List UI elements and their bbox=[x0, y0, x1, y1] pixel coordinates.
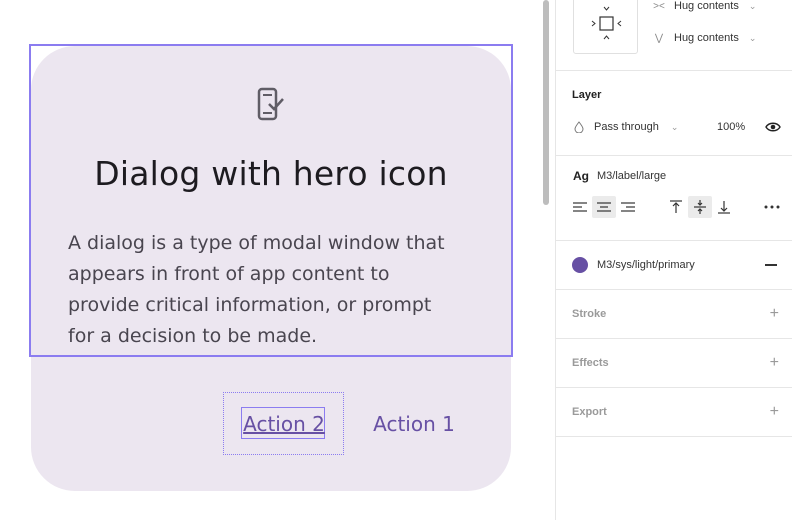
align-top-icon bbox=[670, 200, 682, 213]
effects-section: Effects + bbox=[556, 339, 792, 388]
add-stroke-icon[interactable]: + bbox=[770, 306, 779, 322]
fill-style-row[interactable]: M3/sys/light/primary bbox=[597, 259, 695, 271]
align-middle-icon bbox=[694, 200, 706, 214]
resizing-section: >< Hug contents ⌄ ⋁ Hug contents ⌄ bbox=[556, 0, 792, 71]
fill-style-name: M3/sys/light/primary bbox=[597, 259, 695, 271]
canvas-scrollbar[interactable] bbox=[543, 0, 549, 205]
vertical-hug-icon: ⋁ bbox=[654, 32, 664, 44]
align-center-button[interactable] bbox=[592, 196, 616, 218]
export-section: Export + bbox=[556, 388, 792, 437]
layer-section: Layer bbox=[556, 71, 792, 156]
height-mode-label: Hug contents bbox=[674, 32, 739, 44]
align-bottom-button[interactable] bbox=[712, 196, 736, 218]
eye-icon[interactable] bbox=[765, 120, 781, 134]
alignment-hug-icon bbox=[591, 6, 622, 40]
drop-icon bbox=[574, 121, 584, 133]
text-style-ag: Ag bbox=[573, 169, 589, 183]
more-icon bbox=[764, 205, 780, 209]
selection-outline[interactable] bbox=[29, 44, 513, 357]
chevron-down-icon: ⌄ bbox=[748, 0, 757, 11]
add-effect-icon[interactable]: + bbox=[770, 355, 779, 371]
export-title: Export bbox=[572, 406, 607, 418]
height-resizing[interactable]: ⋁ Hug contents ⌄ bbox=[652, 29, 756, 47]
chevron-down-icon: ⌄ bbox=[670, 121, 679, 132]
align-right-icon bbox=[621, 202, 635, 212]
opacity-value: 100% bbox=[717, 121, 746, 133]
fill-color-swatch[interactable] bbox=[572, 257, 588, 273]
width-mode-label: Hug contents bbox=[674, 0, 739, 12]
more-text-options-button[interactable] bbox=[760, 196, 784, 218]
blend-mode-label: Pass through bbox=[594, 121, 659, 133]
layer-title: Layer bbox=[572, 89, 602, 101]
align-left-icon bbox=[573, 202, 587, 212]
align-right-button[interactable] bbox=[616, 196, 640, 218]
properties-panel: >< Hug contents ⌄ ⋁ Hug contents ⌄ Layer… bbox=[555, 0, 792, 520]
align-bottom-icon bbox=[718, 201, 730, 214]
action-1-button[interactable]: Action 1 bbox=[372, 409, 456, 439]
add-export-icon[interactable]: + bbox=[770, 404, 779, 420]
opacity-input[interactable]: 100% bbox=[717, 121, 745, 133]
align-top-button[interactable] bbox=[664, 196, 688, 218]
stroke-title: Stroke bbox=[572, 308, 607, 320]
text-style-row[interactable]: Ag M3/label/large bbox=[573, 169, 666, 183]
text-style-name: M3/label/large bbox=[597, 170, 667, 182]
design-canvas[interactable]: Dialog with hero icon A dialog is a type… bbox=[0, 0, 544, 520]
align-middle-button[interactable] bbox=[688, 196, 712, 218]
align-left-button[interactable] bbox=[568, 196, 592, 218]
width-resizing[interactable]: >< Hug contents ⌄ bbox=[652, 0, 756, 15]
chevron-down-icon: ⌄ bbox=[748, 32, 757, 43]
remove-fill-icon[interactable] bbox=[765, 264, 777, 266]
align-center-icon bbox=[597, 202, 611, 212]
blend-mode-dropdown[interactable]: Pass through ⌄ bbox=[574, 121, 678, 133]
horizontal-hug-icon: >< bbox=[653, 0, 665, 12]
stroke-section: Stroke + bbox=[556, 290, 792, 339]
effects-title: Effects bbox=[572, 357, 609, 369]
alignment-box[interactable] bbox=[573, 0, 638, 54]
action-2-button[interactable]: Action 2 bbox=[243, 409, 325, 439]
